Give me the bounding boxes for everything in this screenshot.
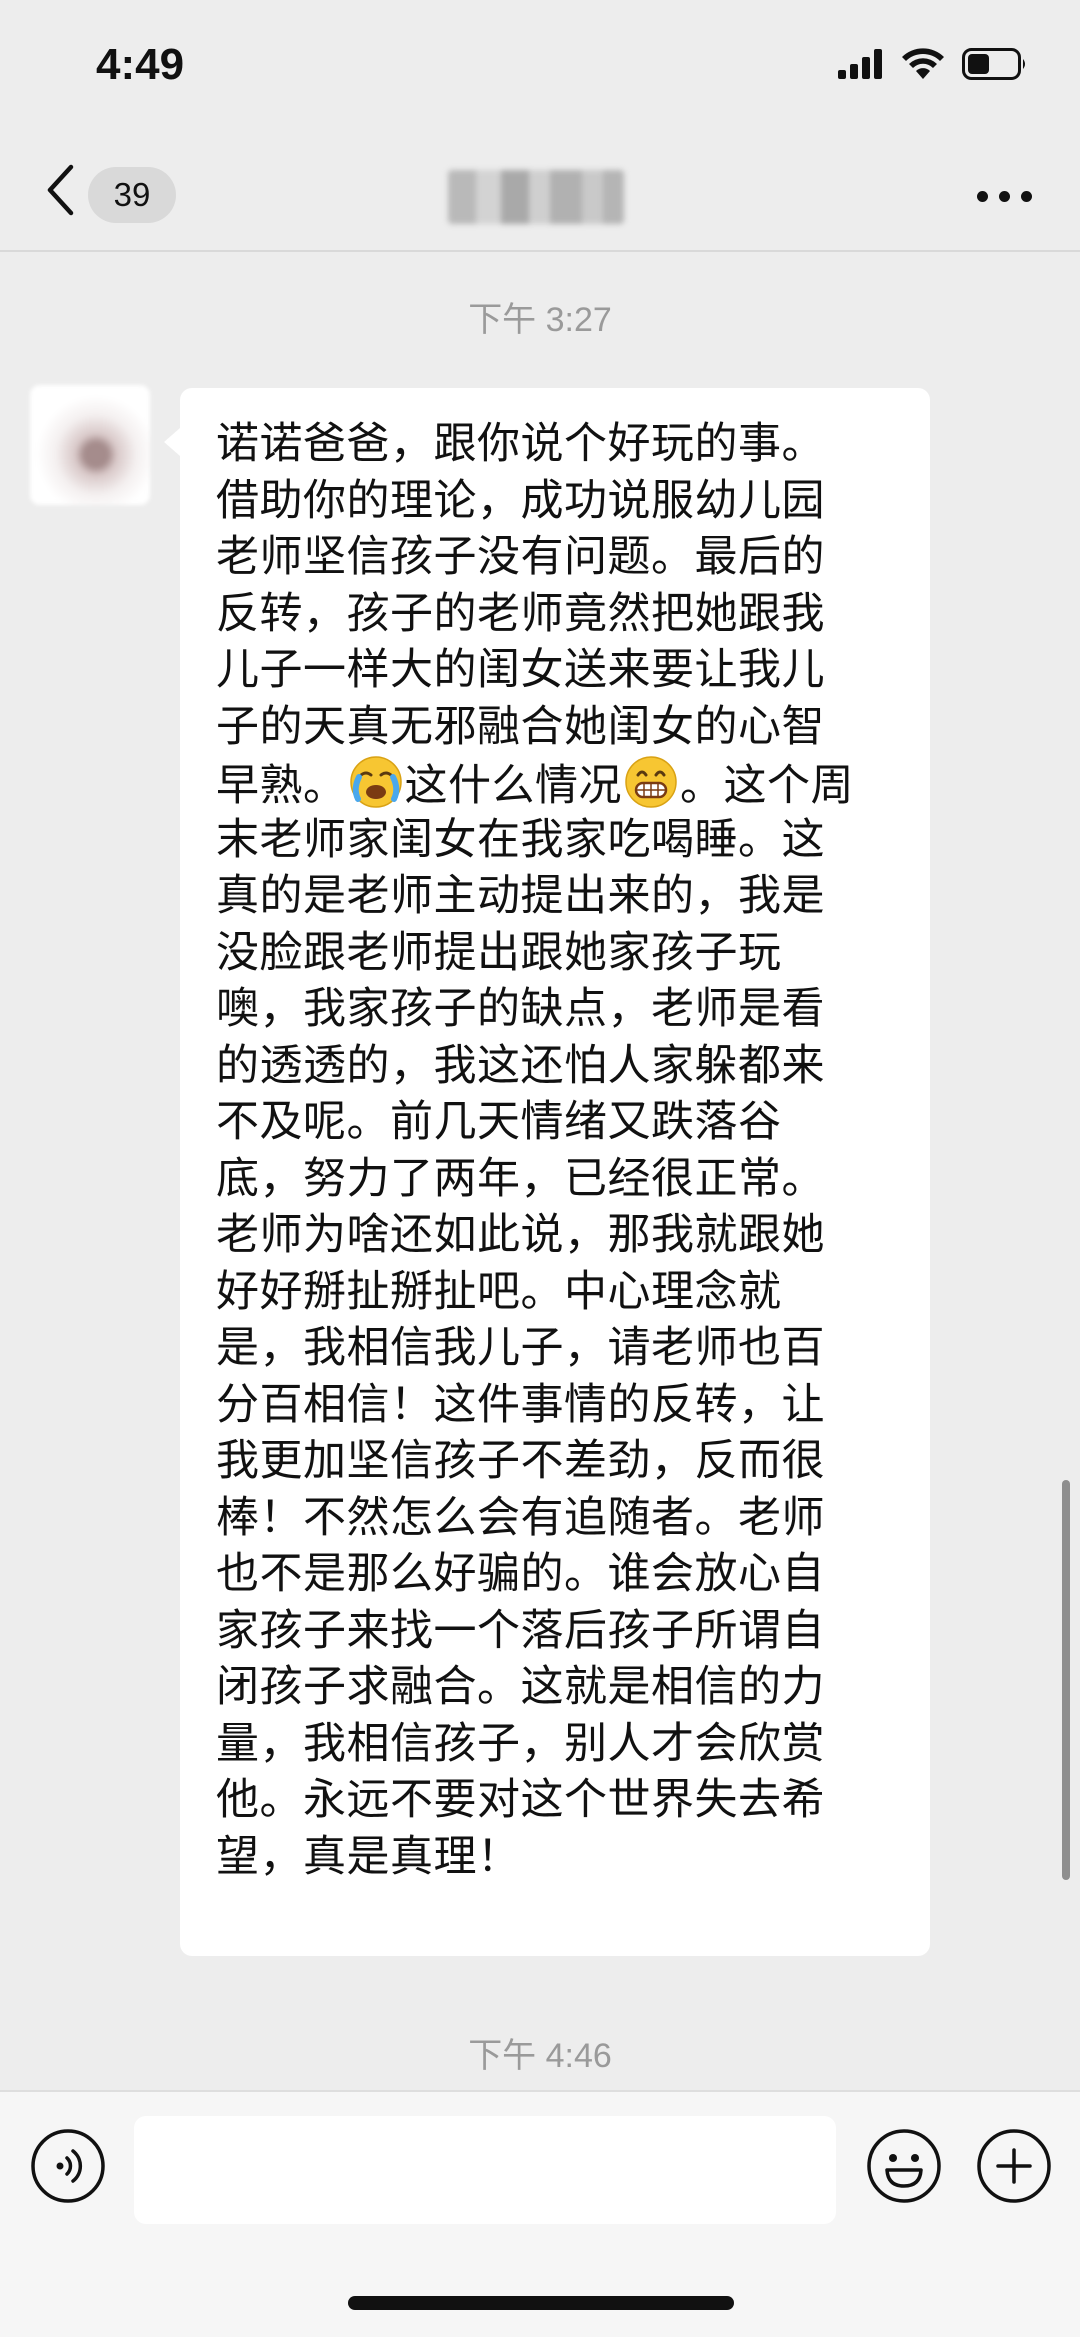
message-line: 我更加坚信孩子不差劲，反而很: [216, 1436, 825, 1486]
message-line: 反转，孩子的老师竟然把她跟我: [216, 588, 825, 639]
message-line: 底，努力了两年，已经很正常。: [216, 1153, 825, 1204]
sender-avatar[interactable]: [30, 385, 150, 505]
message-timestamp: 下午 4:46: [468, 2037, 612, 2075]
message-line: 也不是那么好骗的。谁会放心自: [216, 1549, 825, 1599]
message-line: 老师坚信孩子没有问题。最后的: [216, 532, 825, 582]
status-bar: 4:49: [0, 0, 1080, 140]
unread-count-badge[interactable]: 39: [88, 167, 176, 223]
home-indicator[interactable]: [348, 2296, 734, 2310]
message-line: 量，我相信孩子，别人才会欣赏: [216, 1718, 825, 1769]
chevron-left-icon: [47, 164, 74, 216]
crying-face-emoji: [349, 756, 402, 808]
plus-icon: [977, 2129, 1051, 2203]
message-line: 没脸跟老师提出跟她家孩子玩: [216, 927, 782, 978]
more-dots-icon: [977, 190, 988, 202]
message-timestamp: 下午 3:27: [468, 301, 612, 339]
message-line: 好好掰扯掰扯吧。中心理念就: [216, 1266, 782, 1317]
message-line: 末老师家闺女在我家吃喝睡。这: [216, 814, 825, 865]
message-line: 儿子一样大的闺女送来要让我儿: [216, 645, 825, 695]
grinning-face-emoji: [625, 756, 677, 808]
status-icons: [838, 48, 1028, 80]
message-input[interactable]: [134, 2116, 836, 2224]
chat-nav-bar: 39: [0, 140, 1080, 252]
back-button[interactable]: [40, 162, 80, 218]
voice-icon: [31, 2129, 105, 2203]
cellular-signal-icon: [838, 49, 882, 79]
message-line: 噢，我家孩子的缺点，老师是看: [216, 984, 825, 1034]
more-options-button[interactable]: [977, 174, 1032, 218]
message-line: 老师为啥还如此说，那我就跟她: [216, 1210, 825, 1260]
message-line: 分百相信！这件事情的反转，让: [216, 1379, 825, 1430]
status-time: 4:49: [96, 40, 185, 89]
message-text: 。这个周: [680, 761, 854, 811]
message-line: 的透透的，我这还怕人家躲都来: [216, 1040, 825, 1091]
message-line: 闭孩子求融合。这就是相信的力: [216, 1662, 825, 1712]
message-text: 这什么情况: [404, 761, 622, 811]
message-line: 借助你的理论，成功说服幼儿园: [216, 475, 825, 526]
smiley-icon: [867, 2129, 941, 2203]
emoji-button[interactable]: [866, 2128, 942, 2204]
message-line: 望，真是真理！: [216, 1831, 521, 1882]
message-bubble[interactable]: 诺诺爸爸，跟你说个好玩的事。 借助你的理论，成功说服幼儿园 老师坚信孩子没有问题…: [164, 388, 930, 1956]
message-line: 他。永远不要对这个世界失去希: [216, 1775, 825, 1825]
message-line: 诺诺爸爸，跟你说个好玩的事。: [216, 419, 825, 469]
message-line: 是，我相信我儿子，请老师也百: [216, 1323, 825, 1373]
scrollbar[interactable]: [1062, 1480, 1070, 1880]
message-line: 家孩子来找一个落后孩子所谓自: [216, 1605, 825, 1656]
message-line: 棒！不然怎么会有追随者。老师: [216, 1492, 825, 1543]
more-functions-button[interactable]: [976, 2128, 1052, 2204]
message-line-with-emoji: 早熟。 这什么情况 。这个周: [216, 755, 900, 812]
message-text: 早熟。: [216, 761, 347, 811]
wifi-icon: [902, 48, 944, 79]
voice-button[interactable]: [30, 2128, 106, 2204]
message-line: 不及呢。前几天情绪又跌落谷: [216, 1097, 782, 1147]
chat-title-blurred: [448, 170, 624, 224]
message-line: 真的是老师主动提出来的，我是: [216, 871, 825, 921]
battery-icon: [962, 48, 1025, 80]
message-line: 子的天真无邪融合她闺女的心智: [216, 701, 825, 752]
